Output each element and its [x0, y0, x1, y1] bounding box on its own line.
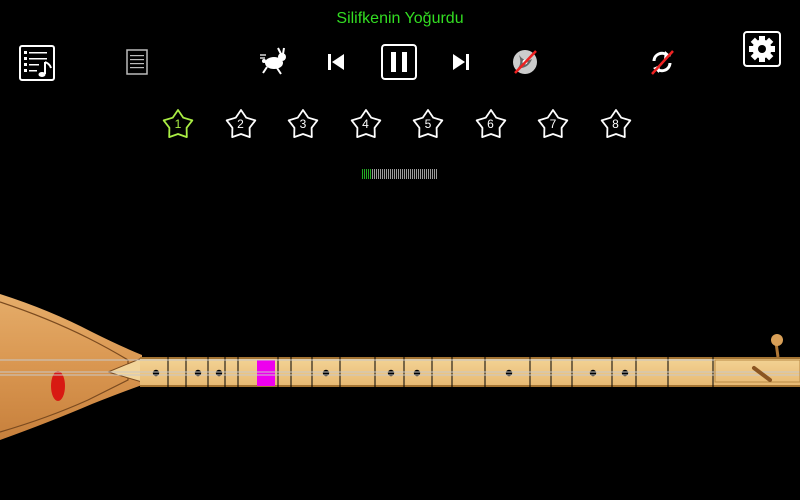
progress-tick — [400, 169, 401, 179]
metronome-off-icon — [513, 50, 537, 74]
star-selector-7[interactable]: 7 — [535, 106, 571, 142]
progress-tick — [432, 169, 433, 179]
progress-tick — [388, 169, 389, 179]
baglama-instrument[interactable] — [0, 280, 800, 440]
progress-tick — [404, 169, 405, 179]
pause-button[interactable] — [380, 43, 418, 81]
progress-tick — [412, 169, 413, 179]
next-track-button[interactable] — [449, 50, 473, 74]
progress-tick — [418, 169, 419, 179]
star-label: 7 — [549, 117, 557, 131]
progress-tick — [382, 169, 383, 179]
progress-tick — [378, 169, 379, 179]
pause-icon — [381, 44, 417, 80]
progress-tick — [428, 169, 429, 179]
next-track-icon — [453, 54, 469, 70]
repeat-off-icon — [651, 50, 674, 75]
progress-tick — [398, 169, 399, 179]
progress-tick — [384, 169, 385, 179]
star-label: 3 — [299, 117, 307, 131]
playlist-icon — [19, 45, 55, 81]
star-label: 1 — [174, 117, 182, 131]
tempo-rabbit-icon — [260, 47, 286, 75]
metronome-toggle[interactable] — [509, 46, 541, 78]
star-selector-3[interactable]: 3 — [285, 106, 321, 142]
progress-tick — [390, 169, 391, 179]
progress-tick — [380, 169, 381, 179]
previous-track-button[interactable] — [324, 50, 348, 74]
star-label: 2 — [237, 117, 244, 131]
progress-tick — [368, 169, 369, 179]
progress-tick — [420, 169, 421, 179]
progress-tick — [364, 169, 365, 179]
progress-tick — [372, 169, 373, 179]
progress-tick — [410, 169, 411, 179]
star-selector-1[interactable]: 1 — [160, 106, 196, 142]
settings-gear-icon — [743, 31, 781, 67]
playlist-button[interactable] — [18, 44, 56, 82]
star-selector-8[interactable]: 8 — [598, 106, 634, 142]
notes-document-icon — [126, 49, 148, 75]
progress-tick — [434, 169, 435, 179]
star-selector-2[interactable]: 2 — [223, 106, 259, 142]
progress-tick — [430, 169, 431, 179]
notes-document-button[interactable] — [124, 48, 150, 76]
star-label: 5 — [424, 117, 432, 131]
star-selector-4[interactable]: 4 — [348, 106, 384, 142]
progress-tick — [376, 169, 377, 179]
progress-tick — [414, 169, 415, 179]
star-selector-6[interactable]: 6 — [473, 106, 509, 142]
star-label: 4 — [362, 117, 369, 131]
highlighted-fret — [257, 360, 275, 386]
star-selector-5[interactable]: 5 — [410, 106, 446, 142]
song-title: Silifkenin Yoğurdu — [336, 10, 464, 27]
progress-tick — [392, 169, 393, 179]
playback-progress-bar[interactable] — [362, 169, 438, 179]
progress-tick — [422, 169, 423, 179]
progress-tick — [386, 169, 387, 179]
progress-tick — [402, 169, 403, 179]
star-label: 6 — [487, 117, 494, 131]
progress-tick — [394, 169, 395, 179]
settings-button[interactable] — [742, 30, 782, 68]
previous-track-icon — [328, 54, 344, 70]
repeat-toggle[interactable] — [646, 46, 678, 78]
progress-tick — [374, 169, 375, 179]
progress-tick — [408, 169, 409, 179]
instrument-body — [0, 294, 143, 440]
progress-tick — [362, 169, 363, 179]
star-label: 8 — [612, 117, 619, 131]
progress-tick — [436, 169, 437, 179]
progress-tick — [406, 169, 407, 179]
progress-tick — [416, 169, 417, 179]
progress-tick — [426, 169, 427, 179]
progress-tick — [396, 169, 397, 179]
progress-tick — [424, 169, 425, 179]
tempo-button[interactable] — [258, 46, 292, 76]
progress-tick — [366, 169, 367, 179]
progress-tick — [370, 169, 371, 179]
